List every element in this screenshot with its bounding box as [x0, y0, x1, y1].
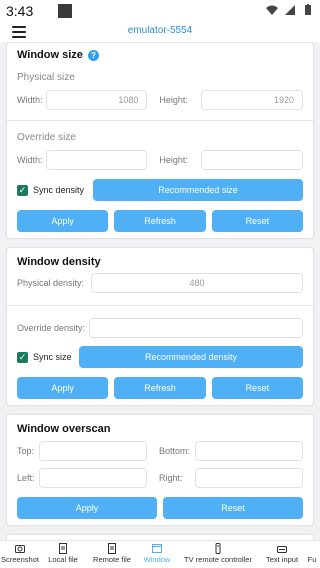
reset-button[interactable]: Reset [211, 210, 303, 232]
sync-size-label: Sync size [33, 352, 72, 362]
overscan-left-field[interactable] [39, 468, 147, 488]
recommended-size-button[interactable]: Recommended size [93, 179, 303, 201]
sync-size-checkbox[interactable]: ✓ [17, 351, 28, 363]
physical-height-field[interactable]: 1920 [201, 90, 304, 110]
remote-icon [215, 543, 221, 554]
apply-button[interactable]: Apply [17, 377, 109, 399]
signal-icon [285, 5, 295, 15]
apply-button[interactable]: Apply [17, 497, 157, 519]
file-icon [59, 543, 67, 554]
override-height-label: Height: [159, 155, 188, 165]
status-time: 3:43 [6, 3, 34, 19]
nav-more[interactable]: Fu [304, 541, 320, 568]
more-icon [307, 543, 317, 554]
override-width-label: Width: [17, 155, 43, 165]
nav-local-file[interactable]: Local file [40, 541, 86, 568]
nav-tv-remote[interactable]: TV remote controller [176, 541, 260, 568]
window-size-card: Window size ? Physical size Width: 1080 … [6, 42, 314, 239]
battery-icon [305, 4, 311, 15]
nav-label: Local file [48, 555, 78, 564]
window-density-card: Window density Physical density: 480 Ove… [6, 247, 314, 406]
override-height-field[interactable] [201, 150, 304, 170]
recommended-density-button[interactable]: Recommended density [79, 346, 303, 368]
toolbar-title: emulator-5554 [127, 25, 193, 36]
sync-density-label: Sync density [33, 185, 85, 195]
overscan-top-bottom-row: Top: Bottom: [17, 441, 303, 461]
wifi-icon [266, 5, 278, 15]
physical-height-value: 1920 [273, 95, 295, 105]
nav-label: Screenshot [1, 555, 39, 564]
override-density-label: Override density: [17, 323, 86, 333]
override-width-field[interactable] [45, 150, 148, 170]
physical-width-field[interactable]: 1080 [45, 90, 148, 110]
nav-window[interactable]: Window [138, 541, 176, 568]
window-size-title-row: Window size ? [17, 49, 303, 61]
nav-screenshot[interactable]: Screenshot [0, 541, 40, 568]
override-density-row: Override density: [17, 318, 303, 338]
keyboard-icon [277, 546, 287, 553]
nav-label: Text input [265, 555, 299, 564]
physical-density-field[interactable]: 480 [91, 273, 303, 293]
apply-button[interactable]: Apply [17, 210, 109, 232]
nav-remote-file[interactable]: Remote file [86, 541, 138, 568]
app-toolbar: emulator-5554 [0, 22, 320, 42]
notification-icon [58, 4, 72, 18]
overscan-top-field[interactable] [39, 441, 147, 461]
refresh-button[interactable]: Refresh [114, 210, 206, 232]
camera-icon [15, 545, 25, 553]
window-overscan-actions: Apply Reset [17, 497, 303, 519]
sync-size-row: ✓ Sync size Recommended density [17, 346, 303, 368]
refresh-button[interactable]: Refresh [114, 377, 206, 399]
nav-text-input[interactable]: Text input [260, 541, 304, 568]
override-size-row: Width: Height: [17, 150, 304, 170]
sync-density-checkbox[interactable]: ✓ [17, 184, 28, 196]
physical-density-label: Physical density: [17, 278, 85, 288]
window-overscan-title: Window overscan [17, 423, 111, 435]
window-density-actions: Apply Refresh Reset [17, 377, 303, 399]
reset-button[interactable]: Reset [163, 497, 303, 519]
left-label: Left: [17, 473, 35, 483]
divider [7, 305, 313, 306]
physical-density-value: 480 [189, 278, 205, 288]
nav-label: Remote file [93, 555, 131, 564]
width-label: Width: [17, 95, 43, 105]
physical-width-value: 1080 [118, 95, 139, 105]
file-icon [108, 543, 116, 554]
physical-density-row: Physical density: 480 [17, 273, 303, 293]
overscan-bottom-field[interactable] [195, 441, 303, 461]
divider [7, 120, 313, 121]
nav-label: TV remote controller [184, 555, 252, 564]
height-label: Height: [159, 95, 188, 105]
content-scroll[interactable]: Window size ? Physical size Width: 1080 … [0, 42, 320, 540]
help-icon[interactable]: ? [87, 49, 99, 61]
window-density-title: Window density [17, 256, 101, 268]
reset-button[interactable]: Reset [211, 377, 303, 399]
window-icon [152, 544, 162, 553]
physical-size-label: Physical size [17, 72, 75, 83]
window-overscan-card: Window overscan Top: Bottom: Left: Right… [6, 414, 314, 526]
physical-size-row: Width: 1080 Height: 1920 [17, 90, 304, 110]
nav-label: Window [143, 555, 171, 564]
status-icons [266, 4, 314, 16]
overscan-right-field[interactable] [195, 468, 303, 488]
status-bar: 3:43 [0, 0, 320, 22]
overscan-left-right-row: Left: Right: [17, 468, 303, 488]
window-size-title: Window size [17, 49, 83, 61]
sync-density-row: ✓ Sync density Recommended size [17, 179, 303, 201]
bottom-nav: Screenshot Local file Remote file Window… [0, 540, 320, 568]
override-density-field[interactable] [89, 318, 303, 338]
override-size-label: Override size [17, 132, 76, 143]
bottom-label: Bottom: [159, 446, 191, 456]
nav-label: Fu [307, 555, 317, 564]
window-size-actions: Apply Refresh Reset [17, 210, 303, 232]
right-label: Right: [159, 473, 183, 483]
top-label: Top: [17, 446, 35, 456]
